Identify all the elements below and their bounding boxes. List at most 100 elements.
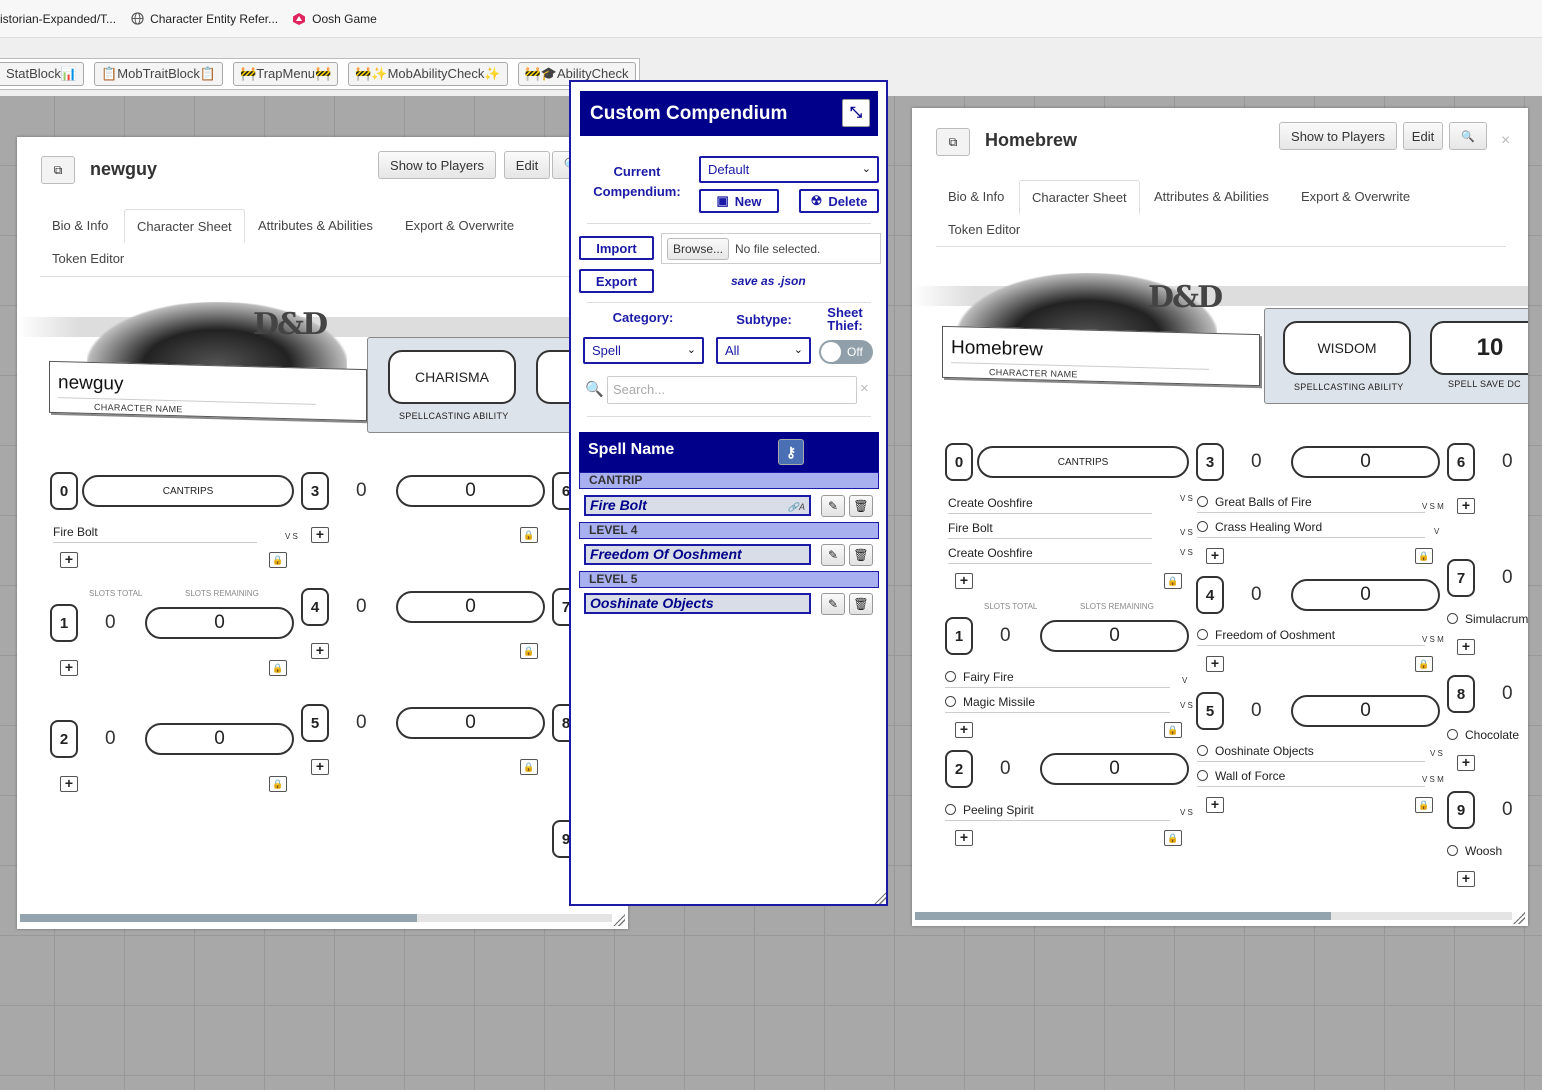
prepared-radio[interactable]: [945, 804, 956, 815]
spell-save-dc-field[interactable]: 10: [1430, 321, 1528, 375]
slots-total-value[interactable]: 0: [105, 612, 116, 634]
collapse-icon[interactable]: ⤡: [842, 99, 870, 127]
tab-token-editor[interactable]: Token Editor: [40, 242, 136, 276]
clear-search-icon[interactable]: ×: [860, 380, 869, 397]
slots-total-value[interactable]: 0: [1000, 758, 1011, 780]
slots-remaining-value[interactable]: 0: [145, 607, 294, 639]
prepared-radio[interactable]: [1197, 629, 1208, 640]
macro-button[interactable]: 📋MobTraitBlock📋: [94, 62, 224, 86]
spell-line[interactable]: Simulacrum: [1447, 612, 1528, 630]
search-button[interactable]: 🔍: [1449, 122, 1487, 150]
slots-remaining-value[interactable]: 0: [396, 591, 545, 623]
prepared-radio[interactable]: [1197, 770, 1208, 781]
horizontal-scrollbar[interactable]: [915, 912, 1512, 920]
bookmark-item[interactable]: Character Entity Refer...: [130, 12, 278, 26]
file-input[interactable]: Browse... No file selected.: [661, 233, 881, 264]
add-spell-button[interactable]: +: [1457, 871, 1475, 887]
add-spell-button[interactable]: +: [1206, 548, 1224, 564]
spell-line[interactable]: Peeling Spirit: [945, 803, 1170, 821]
spell-line[interactable]: Fairy Fire: [945, 670, 1170, 688]
edit-spell-button[interactable]: ✎: [821, 495, 845, 517]
macro-button[interactable]: 🚧✨MobAbilityCheck✨: [348, 62, 508, 86]
tab-character-sheet[interactable]: Character Sheet: [124, 209, 245, 243]
lock-icon[interactable]: 🔒: [1164, 830, 1182, 846]
show-to-players-button[interactable]: Show to Players: [378, 151, 496, 179]
compendium-spell-item[interactable]: Ooshinate Objects: [584, 593, 811, 614]
new-compendium-button[interactable]: ▣ New: [699, 189, 779, 213]
slots-remaining-value[interactable]: 0: [1291, 446, 1440, 478]
prepared-radio[interactable]: [1447, 613, 1458, 624]
add-spell-button[interactable]: +: [1206, 797, 1224, 813]
spellcasting-ability-field[interactable]: WISDOM: [1283, 321, 1411, 375]
slots-remaining-value[interactable]: 0: [396, 475, 545, 507]
tab-bio-info[interactable]: Bio & Info: [40, 209, 120, 243]
delete-spell-button[interactable]: 🗑: [849, 495, 873, 517]
lock-icon[interactable]: 🔒: [1164, 573, 1182, 589]
add-spell-button[interactable]: +: [955, 830, 973, 846]
bookmark-item[interactable]: istorian-Expanded/T...: [0, 12, 116, 26]
slots-remaining-value[interactable]: 0: [1291, 579, 1440, 611]
slots-total-value[interactable]: 0: [1502, 799, 1513, 821]
slots-remaining-value[interactable]: 0: [1040, 753, 1189, 785]
delete-spell-button[interactable]: 🗑: [849, 544, 873, 566]
add-spell-button[interactable]: +: [955, 722, 973, 738]
lock-icon[interactable]: 🔒: [520, 759, 538, 775]
tab-export-overwrite[interactable]: Export & Overwrite: [1289, 180, 1422, 214]
lock-icon[interactable]: 🔒: [1415, 797, 1433, 813]
spell-line[interactable]: Magic Missile: [945, 695, 1170, 713]
macro-button[interactable]: 🚧TrapMenu🚧: [233, 62, 339, 86]
tab-bio-info[interactable]: Bio & Info: [936, 180, 1016, 214]
tab-character-sheet[interactable]: Character Sheet: [1019, 180, 1140, 214]
slots-total-value[interactable]: 0: [1251, 700, 1262, 722]
prepared-radio[interactable]: [945, 696, 956, 707]
delete-spell-button[interactable]: 🗑: [849, 593, 873, 615]
lock-icon[interactable]: 🔒: [520, 643, 538, 659]
add-spell-button[interactable]: +: [60, 660, 78, 676]
close-icon[interactable]: ×: [1501, 132, 1510, 150]
resize-handle[interactable]: [1513, 912, 1525, 924]
spell-line[interactable]: Chocolate: [1447, 728, 1528, 746]
spell-line[interactable]: Freedom of Ooshment: [1197, 628, 1425, 646]
add-spell-button[interactable]: +: [60, 776, 78, 792]
slots-total-value[interactable]: 0: [105, 728, 116, 750]
slots-total-value[interactable]: 0: [1502, 567, 1513, 589]
prepared-radio[interactable]: [945, 671, 956, 682]
tab-token-editor[interactable]: Token Editor: [936, 213, 1032, 247]
edit-spell-button[interactable]: ✎: [821, 544, 845, 566]
spell-line[interactable]: Great Balls of Fire: [1197, 495, 1425, 513]
current-compendium-select[interactable]: Default ⌄: [699, 156, 879, 183]
popout-button[interactable]: ⧉: [936, 128, 970, 156]
slots-remaining-value[interactable]: 0: [145, 723, 294, 755]
slots-remaining-value[interactable]: 0: [396, 707, 545, 739]
spell-line[interactable]: Crass Healing Word: [1197, 520, 1425, 538]
subtype-select[interactable]: All ⌄: [716, 337, 811, 364]
lock-icon[interactable]: 🔒: [520, 527, 538, 543]
prepared-radio[interactable]: [1197, 496, 1208, 507]
spell-line[interactable]: Fire Bolt: [53, 525, 257, 543]
scrollbar-thumb[interactable]: [20, 914, 417, 922]
show-to-players-button[interactable]: Show to Players: [1279, 122, 1397, 150]
add-spell-button[interactable]: +: [1206, 656, 1224, 672]
prepared-radio[interactable]: [1197, 521, 1208, 532]
slots-total-value[interactable]: 0: [356, 480, 367, 502]
compendium-spell-item[interactable]: Freedom Of Ooshment: [584, 544, 811, 565]
lock-icon[interactable]: 🔒: [269, 660, 287, 676]
slots-total-value[interactable]: 0: [356, 596, 367, 618]
add-spell-button[interactable]: +: [1457, 755, 1475, 771]
add-spell-button[interactable]: +: [1457, 498, 1475, 514]
prepared-radio[interactable]: [1447, 845, 1458, 856]
import-button[interactable]: Import: [579, 236, 654, 260]
prepared-radio[interactable]: [1197, 745, 1208, 756]
spell-line[interactable]: Woosh: [1447, 844, 1528, 862]
horizontal-scrollbar[interactable]: [20, 914, 612, 922]
slots-remaining-value[interactable]: 0: [1040, 620, 1189, 652]
category-select[interactable]: Spell ⌄: [583, 337, 704, 364]
lock-icon[interactable]: 🔒: [1415, 548, 1433, 564]
add-spell-button[interactable]: +: [60, 552, 78, 568]
edit-button[interactable]: Edit: [504, 151, 550, 179]
slots-total-value[interactable]: 0: [1502, 683, 1513, 705]
spell-line[interactable]: Ooshinate Objects: [1197, 744, 1425, 762]
lock-icon[interactable]: 🔒: [1415, 656, 1433, 672]
key-icon[interactable]: ⚷: [778, 439, 804, 465]
slots-total-value[interactable]: 0: [356, 712, 367, 734]
